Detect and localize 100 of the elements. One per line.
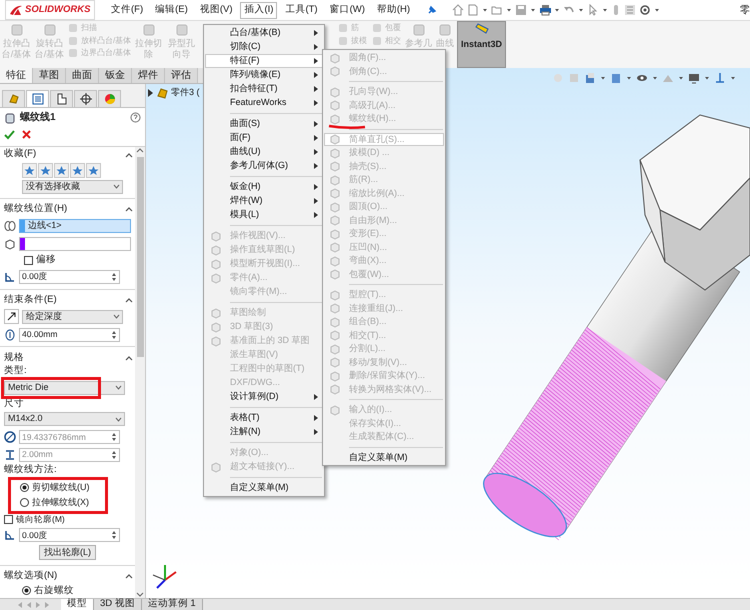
- caret-icon[interactable]: [554, 7, 560, 13]
- caret-icon[interactable]: [482, 7, 488, 13]
- caret-icon[interactable]: [626, 75, 632, 81]
- angle-field[interactable]: 0.00度: [19, 270, 120, 284]
- menu-item[interactable]: 帮助(H): [372, 2, 414, 18]
- menu-item[interactable]: 阵列/镜像(E): [205, 68, 323, 82]
- direction-button[interactable]: [4, 309, 19, 324]
- menu-item[interactable]: 曲面(S): [205, 117, 323, 131]
- axis-triad-icon[interactable]: [152, 565, 177, 589]
- bottom-tab[interactable]: 运动算例 1: [142, 599, 203, 610]
- panel-tab[interactable]: [74, 90, 97, 107]
- menu-item[interactable]: 切除(C): [205, 40, 323, 54]
- scrollbar[interactable]: [135, 147, 145, 598]
- view-cube-icon[interactable]: [584, 72, 596, 84]
- find-profile-button[interactable]: 找出轮廓(L): [39, 545, 96, 560]
- menu-item[interactable]: 凸台/基体(B): [205, 26, 323, 40]
- caret-icon[interactable]: [506, 7, 512, 13]
- command-tab[interactable]: 焊件: [132, 68, 165, 83]
- checkbox[interactable]: [24, 256, 33, 265]
- caret-icon[interactable]: [578, 7, 584, 13]
- menu-item[interactable]: 焊件(W): [205, 194, 323, 208]
- menu-item[interactable]: 参考几何体(G): [205, 159, 323, 173]
- menu-item[interactable]: 扣合特征(T): [205, 82, 323, 96]
- menu-item[interactable]: 工具(T): [281, 2, 322, 18]
- radio-button[interactable]: [20, 498, 29, 507]
- menu-item[interactable]: FeatureWorks: [205, 96, 323, 110]
- bottom-tab[interactable]: 模型: [61, 599, 94, 610]
- expand-arrow-icon[interactable]: [147, 88, 154, 97]
- command-tab[interactable]: 评估: [165, 68, 198, 83]
- scrollbar-thumb[interactable]: [136, 157, 144, 357]
- help-icon[interactable]: [130, 112, 141, 123]
- menu-item[interactable]: 自定义菜单(M): [324, 450, 444, 464]
- caret-icon[interactable]: [730, 75, 736, 81]
- dropdown-chevron-icon: [113, 184, 120, 190]
- selection-field[interactable]: [19, 236, 131, 251]
- caret-icon[interactable]: [600, 75, 606, 81]
- collapse-chevron-icon[interactable]: [125, 297, 133, 304]
- collapse-chevron-icon[interactable]: [125, 206, 133, 212]
- collapse-chevron-icon[interactable]: [125, 573, 133, 580]
- caret-icon[interactable]: [654, 7, 660, 13]
- bolt-model-drawing[interactable]: [483, 114, 750, 540]
- spinner-icon[interactable]: [110, 270, 118, 283]
- caret-icon[interactable]: [678, 75, 684, 81]
- caret-icon[interactable]: [652, 75, 658, 81]
- menu-item[interactable]: 注解(N): [205, 425, 323, 439]
- collapse-chevron-icon[interactable]: [125, 354, 133, 361]
- end-condition-dropdown[interactable]: 给定深度: [22, 310, 123, 324]
- caret-icon[interactable]: [530, 7, 536, 13]
- thread-size-dropdown[interactable]: M14x2.0: [4, 412, 125, 426]
- checkbox[interactable]: [4, 514, 13, 524]
- menu-item[interactable]: 自定义菜单(M): [205, 481, 323, 495]
- scroll-up-icon[interactable]: [136, 147, 144, 153]
- menu-item[interactable]: 特征(F): [205, 54, 323, 68]
- command-tab[interactable]: 曲面: [66, 68, 99, 83]
- caret-icon[interactable]: [602, 7, 608, 13]
- radio-button[interactable]: [20, 482, 29, 492]
- menu-item[interactable]: 表格(T): [205, 411, 323, 425]
- favorite-tool-button[interactable]: [54, 162, 69, 178]
- menu-item[interactable]: 文件(F): [107, 2, 148, 18]
- checkmark-icon[interactable]: [4, 129, 15, 140]
- thread-type-dropdown[interactable]: Metric Die: [4, 380, 125, 395]
- command-tab[interactable]: 草图: [33, 68, 66, 83]
- menu-item[interactable]: 钣金(H): [205, 180, 323, 194]
- favorites-dropdown[interactable]: 没有选择收藏: [22, 180, 123, 194]
- eye-icon[interactable]: [636, 72, 648, 84]
- display-style-icon[interactable]: [610, 72, 622, 84]
- command-tab[interactable]: 特征: [0, 68, 33, 83]
- close-icon[interactable]: [21, 129, 32, 140]
- monitor-icon[interactable]: [688, 72, 700, 84]
- favorite-tool-button[interactable]: [22, 162, 37, 178]
- selection-field[interactable]: 边线<1>: [19, 218, 131, 233]
- section-title: 结束条件(E): [4, 293, 57, 308]
- collapse-chevron-icon[interactable]: [125, 152, 133, 158]
- panel-tab[interactable]: [50, 90, 73, 107]
- tree-item[interactable]: 零件3 (: [171, 86, 200, 100]
- menu-item[interactable]: 曲线(U): [205, 145, 323, 159]
- favorite-tool-button[interactable]: [70, 162, 85, 178]
- scroll-down-icon[interactable]: [136, 592, 144, 598]
- home-icon[interactable]: [452, 4, 464, 16]
- menu-item[interactable]: 插入(I): [240, 2, 278, 18]
- spinner-icon[interactable]: [110, 328, 118, 340]
- menu-item[interactable]: 编辑(E): [151, 2, 192, 18]
- settings-icon[interactable]: [639, 4, 652, 16]
- angle-field[interactable]: 0.00度: [19, 528, 120, 542]
- radio-button[interactable]: [22, 586, 31, 596]
- menu-item[interactable]: 面(F): [205, 131, 323, 145]
- menu-item[interactable]: 设计算例(D): [205, 390, 323, 404]
- menu-item[interactable]: 视图(V): [196, 2, 236, 18]
- print-icon[interactable]: [539, 4, 552, 16]
- command-tab[interactable]: 钣金: [99, 68, 132, 83]
- spinner-icon[interactable]: [110, 528, 118, 541]
- favorite-tool-button[interactable]: [86, 162, 101, 178]
- ribbon-button[interactable]: Instant3D: [457, 21, 506, 68]
- caret-icon[interactable]: [704, 75, 710, 81]
- menu-item[interactable]: 模具(L): [205, 208, 323, 222]
- panel-tab[interactable]: [26, 90, 49, 107]
- bottom-tab[interactable]: 3D 视图: [94, 599, 142, 610]
- menu-item[interactable]: 窗口(W): [326, 2, 369, 18]
- depth-field[interactable]: 40.00mm: [19, 328, 120, 342]
- favorite-tool-button[interactable]: [38, 162, 53, 178]
